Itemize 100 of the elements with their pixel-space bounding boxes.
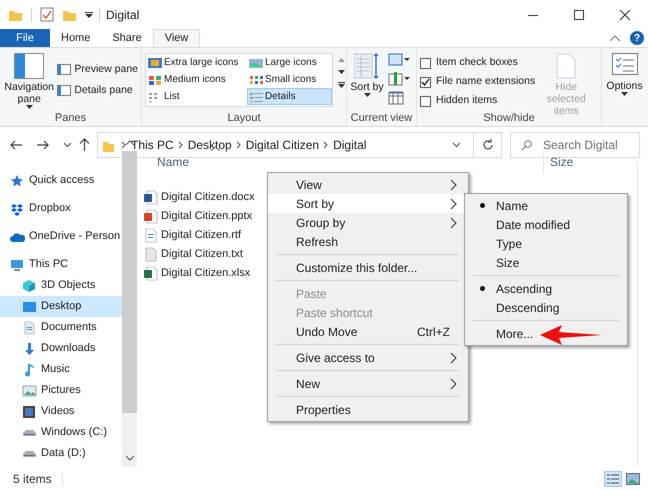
dropdown-icon[interactable] bbox=[452, 142, 461, 148]
menu-item[interactable]: Ascending bbox=[465, 279, 627, 298]
drive-icon bbox=[23, 429, 36, 436]
help-button[interactable]: ? bbox=[630, 31, 644, 45]
menu-item[interactable]: New bbox=[268, 374, 468, 393]
grid-icon bbox=[148, 74, 162, 84]
menu-item[interactable]: Give access to bbox=[268, 348, 468, 367]
grid-icon bbox=[249, 74, 263, 84]
navigation-item[interactable]: Videos bbox=[0, 401, 122, 422]
caret-icon[interactable] bbox=[621, 92, 628, 96]
download-icon bbox=[22, 342, 37, 356]
navigation-item[interactable]: Desktop bbox=[0, 296, 122, 317]
menu-item[interactable]: Undo Move Ctrl+Z bbox=[268, 322, 468, 341]
menu-item[interactable]: Group by bbox=[268, 213, 468, 232]
sort-icon bbox=[354, 53, 380, 79]
window-title: Digital bbox=[106, 6, 140, 24]
scroll-down-icon[interactable] bbox=[126, 456, 134, 461]
text-file-icon bbox=[143, 247, 158, 262]
navigation-item[interactable]: This PC bbox=[0, 254, 122, 275]
pane-button[interactable]: Preview pane bbox=[57, 62, 138, 78]
file-name[interactable]: Digital Citizen.txt bbox=[161, 246, 243, 263]
layout-option[interactable]: List bbox=[146, 88, 247, 105]
close-icon[interactable] bbox=[620, 10, 630, 20]
file-name[interactable]: Digital Citizen.rtf bbox=[161, 227, 242, 244]
navigation-pane-button[interactable]: Navigation pane bbox=[3, 53, 56, 109]
file-name[interactable]: Digital Citizen.pptx bbox=[161, 208, 252, 225]
navigation-item[interactable]: OneDrive - Person bbox=[0, 226, 122, 247]
menu-item[interactable]: Date modified bbox=[465, 215, 627, 234]
menu-item[interactable]: Name bbox=[465, 196, 627, 215]
ribbon-tab[interactable]: View bbox=[152, 29, 200, 47]
chevron-icon bbox=[176, 140, 185, 150]
menu-item[interactable]: More... bbox=[465, 324, 627, 343]
ribbon-tab[interactable]: Home bbox=[50, 29, 102, 47]
address-bar[interactable]: This PC Desktop Digital Citizen Digital bbox=[97, 132, 502, 158]
group-by-icon[interactable] bbox=[388, 53, 410, 67]
forward-icon[interactable] bbox=[37, 138, 50, 150]
menu-item[interactable]: Descending bbox=[465, 298, 627, 317]
menu-item[interactable]: Customize this folder... bbox=[268, 258, 468, 277]
navigation-item[interactable]: Documents bbox=[0, 317, 122, 338]
pane-button[interactable]: Details pane bbox=[57, 82, 138, 98]
scrollbar-thumb[interactable] bbox=[122, 151, 137, 413]
checkmark-icon bbox=[421, 78, 430, 86]
picture-icon bbox=[22, 384, 37, 398]
back-icon[interactable] bbox=[10, 138, 23, 150]
presentation-icon bbox=[143, 209, 158, 224]
checklist-icon[interactable] bbox=[40, 7, 54, 22]
navigation-item[interactable]: Windows (C:) bbox=[0, 422, 122, 443]
scroll-down-icon[interactable] bbox=[338, 70, 345, 74]
boxes-icon bbox=[10, 202, 25, 216]
checkbox[interactable] bbox=[420, 76, 431, 88]
checkbox[interactable] bbox=[420, 58, 431, 68]
menu-item[interactable]: Size bbox=[465, 253, 627, 272]
file-name[interactable]: Digital Citizen.docx bbox=[161, 189, 255, 206]
navigation-item[interactable]: Downloads bbox=[0, 338, 122, 359]
options-button[interactable]: Options bbox=[605, 53, 644, 96]
navigation-item[interactable]: 3D Objects bbox=[0, 275, 122, 296]
layout-option[interactable]: Extra large icons bbox=[146, 54, 247, 71]
file-name[interactable]: Digital Citizen.xlsx bbox=[161, 265, 250, 282]
document-icon bbox=[143, 228, 158, 243]
size-columns-icon[interactable] bbox=[388, 91, 404, 105]
caret-icon[interactable] bbox=[26, 105, 33, 109]
chevron-icon bbox=[450, 178, 458, 190]
ribbon-tab[interactable]: Share bbox=[101, 29, 153, 47]
layout-option[interactable]: Small icons bbox=[247, 71, 332, 88]
cube-icon bbox=[22, 278, 37, 292]
navigation-item[interactable]: Pictures bbox=[0, 380, 122, 401]
layout-option[interactable]: Medium icons bbox=[146, 71, 247, 88]
navigation-item[interactable]: Music bbox=[0, 359, 122, 380]
expand-icon[interactable] bbox=[338, 82, 345, 88]
navigation-item[interactable]: Data (D:) bbox=[0, 443, 122, 464]
layout-option[interactable]: Large icons bbox=[247, 54, 332, 71]
checkbox[interactable] bbox=[420, 96, 431, 106]
dropdown-icon[interactable] bbox=[85, 12, 93, 18]
menu-item[interactable]: Type bbox=[465, 234, 627, 253]
picture-icon bbox=[148, 58, 162, 68]
search-field[interactable]: Search Digital bbox=[510, 132, 640, 158]
status-text: 5 items bbox=[13, 471, 52, 488]
ribbon-tab[interactable]: File bbox=[0, 29, 50, 47]
maximize-icon[interactable] bbox=[574, 10, 584, 20]
pane-icon bbox=[57, 85, 72, 96]
menu-item[interactable]: Refresh bbox=[268, 232, 468, 251]
landscape-icon bbox=[249, 58, 263, 68]
navigation-item[interactable]: Dropbox bbox=[0, 198, 122, 219]
document-icon bbox=[555, 53, 578, 79]
collapse-icon[interactable] bbox=[610, 35, 620, 41]
details-view-icon[interactable] bbox=[607, 474, 619, 484]
chevron-icon bbox=[450, 352, 458, 364]
large-icons-view-icon[interactable] bbox=[626, 473, 640, 485]
refresh-icon[interactable] bbox=[482, 138, 494, 150]
navigation-item[interactable]: Quick access bbox=[0, 170, 122, 191]
dropdown-icon[interactable] bbox=[64, 142, 71, 146]
add-columns-icon[interactable] bbox=[388, 72, 410, 86]
search-icon bbox=[521, 140, 532, 150]
menu-item[interactable]: View bbox=[268, 175, 468, 194]
checkbox-label: Item check boxes bbox=[436, 55, 518, 70]
sort-by-button[interactable]: Sort by bbox=[350, 53, 384, 97]
caret-icon[interactable] bbox=[364, 93, 370, 97]
menu-item[interactable]: Properties bbox=[268, 400, 468, 419]
up-icon[interactable] bbox=[79, 138, 90, 151]
layout-option[interactable]: Details bbox=[247, 88, 332, 105]
